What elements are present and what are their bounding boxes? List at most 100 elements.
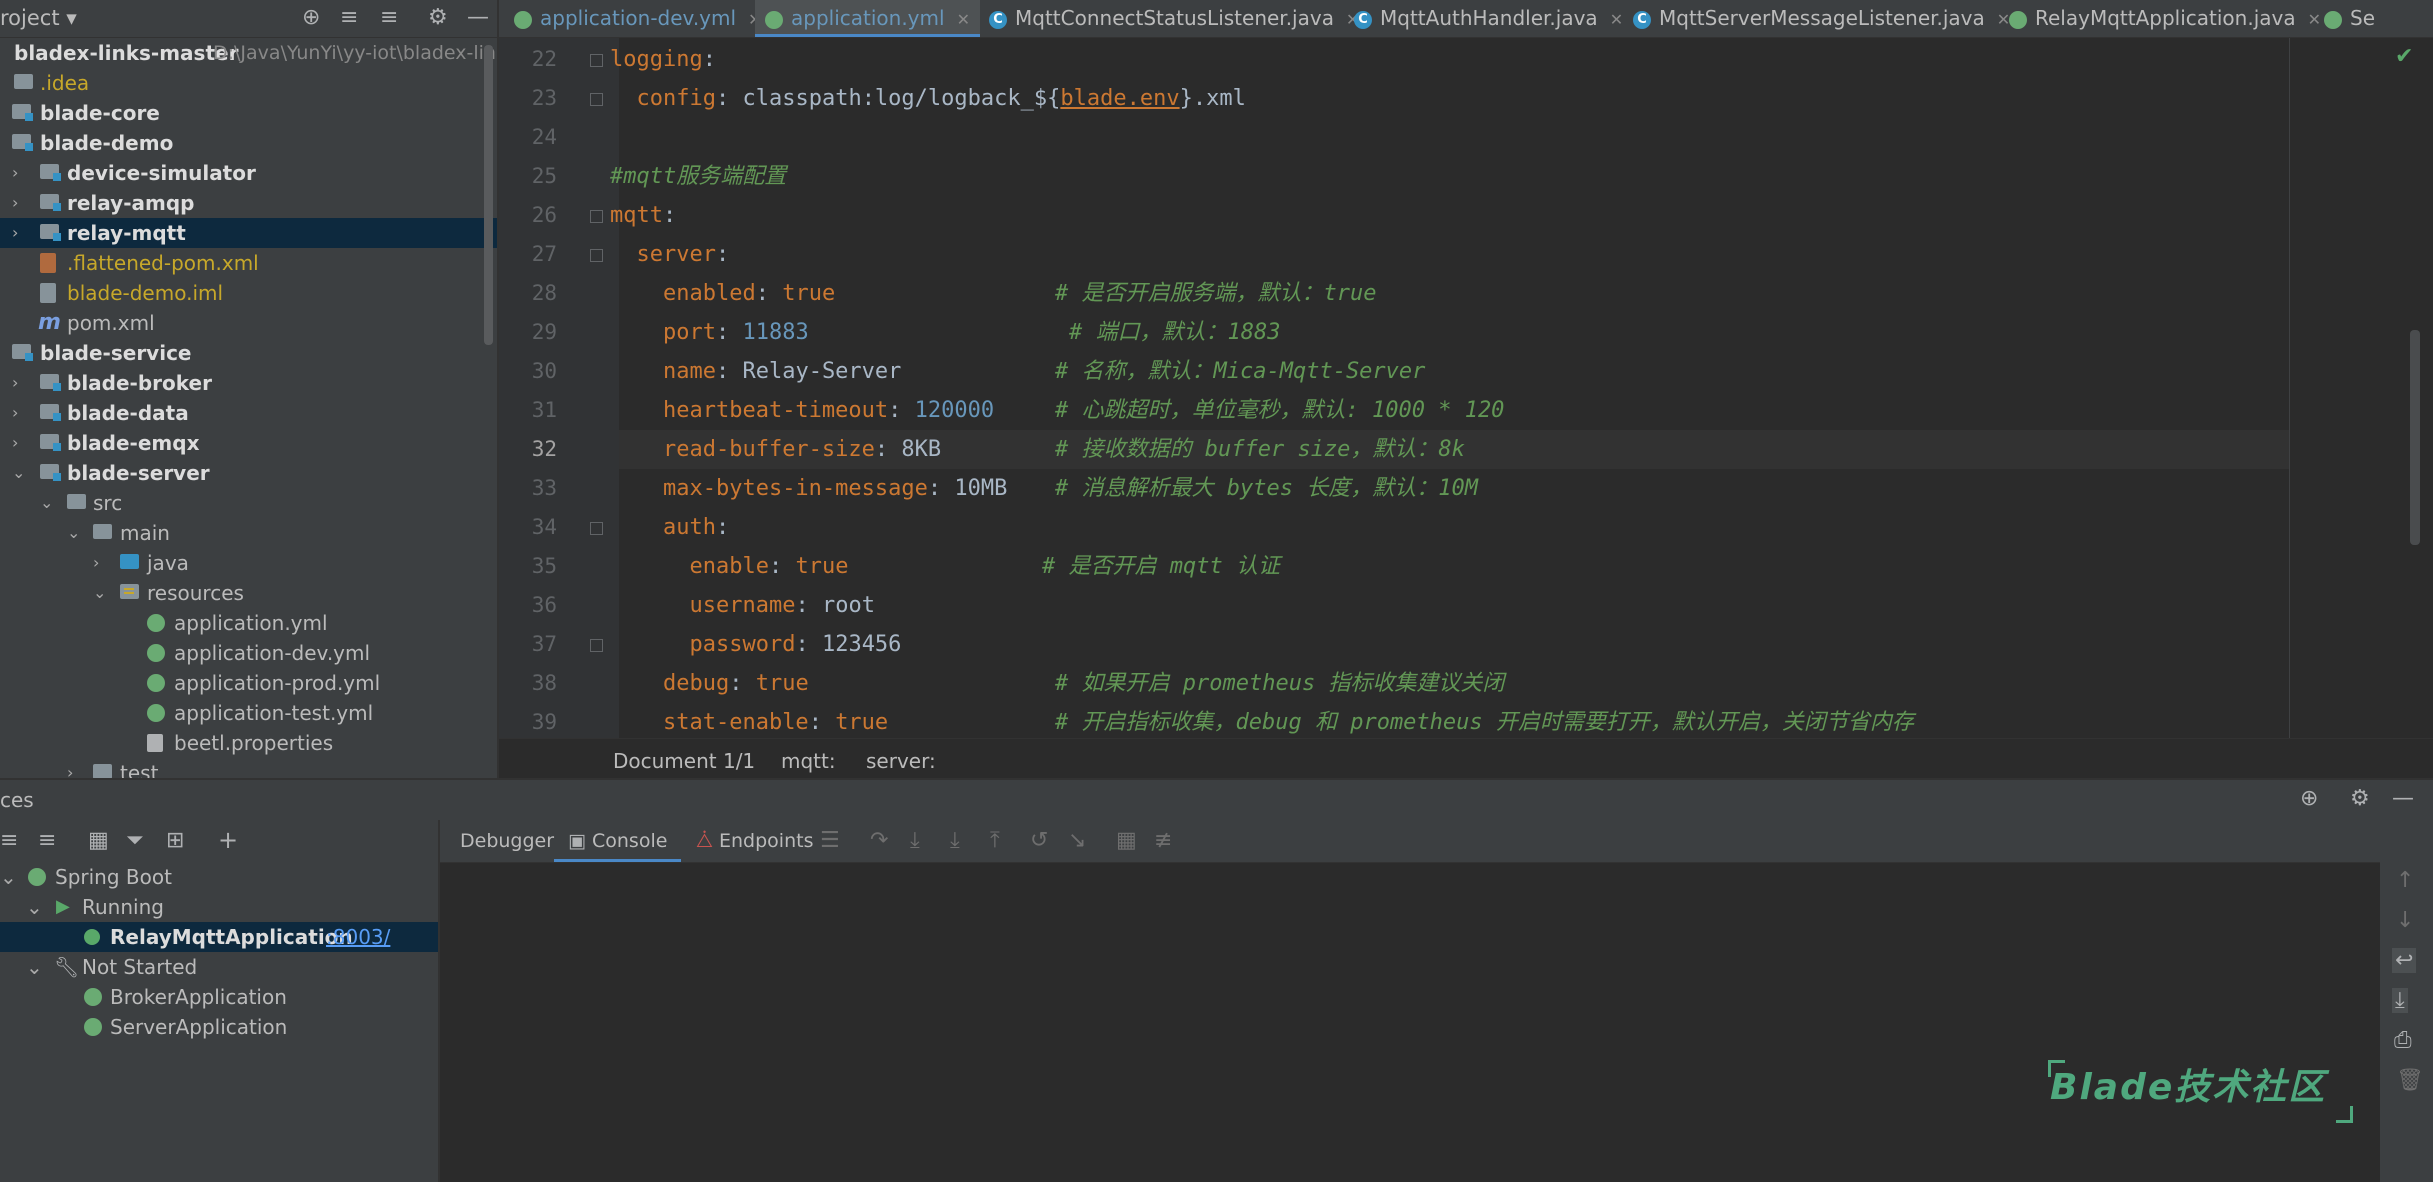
- chevron-right-icon[interactable]: ›: [12, 368, 18, 398]
- breadcrumb-item[interactable]: mqtt:: [781, 739, 836, 783]
- chevron-down-icon[interactable]: ⌄: [67, 518, 80, 548]
- tree-item-test[interactable]: › test: [0, 758, 497, 778]
- chevron-right-icon[interactable]: ›: [12, 158, 18, 188]
- fold-marker-icon[interactable]: [590, 93, 603, 106]
- gear-icon[interactable]: ⚙: [428, 5, 448, 30]
- tree-item-relay-amqp[interactable]: › relay-amqp: [0, 188, 497, 218]
- chevron-right-icon[interactable]: ›: [12, 218, 18, 248]
- group-by-icon[interactable]: ▦: [88, 828, 109, 853]
- hide-panel-icon[interactable]: —: [2392, 786, 2414, 811]
- tree-item-device-simulator[interactable]: › device-simulator: [0, 158, 497, 188]
- list-icon[interactable]: ☰: [820, 828, 840, 853]
- chevron-down-icon[interactable]: ⌄: [40, 488, 53, 518]
- service-port-link[interactable]: :8003/: [326, 922, 390, 952]
- fold-marker-icon[interactable]: [590, 639, 603, 652]
- chevron-down-icon[interactable]: ⌄: [12, 458, 25, 488]
- trash-icon[interactable]: 🗑︎: [2396, 1068, 2424, 1093]
- evaluate-icon[interactable]: ▦: [1116, 828, 1137, 853]
- tab-mqtt-server-message-listener[interactable]: C MqttServerMessageListener.java ✕: [1633, 0, 2010, 37]
- tab-mqtt-auth-handler[interactable]: C MqttAuthHandler.java ✕: [1354, 0, 1623, 37]
- tree-item-application-yml[interactable]: application.yml: [0, 608, 497, 638]
- service-group-running[interactable]: ⌄ ▶ Running: [0, 892, 438, 922]
- breadcrumb-document[interactable]: Document 1/1: [613, 739, 755, 783]
- service-item-relay-mqtt-application[interactable]: RelayMqttApplication :8003/: [0, 922, 438, 952]
- trace-icon[interactable]: ≢: [1154, 828, 1172, 853]
- tab-mqtt-connect-status-listener[interactable]: C MqttConnectStatusListener.java ✕: [989, 0, 1359, 37]
- tree-item-pom-xml[interactable]: m pom.xml: [0, 308, 497, 338]
- tab-relay-mqtt-application[interactable]: RelayMqttApplication.java ✕: [2009, 0, 2321, 37]
- tree-item-blade-service[interactable]: blade-service: [0, 338, 497, 368]
- tab-debugger[interactable]: Debugger: [460, 820, 554, 862]
- close-icon[interactable]: ✕: [1610, 10, 1623, 29]
- fold-marker-icon[interactable]: [590, 249, 603, 262]
- breadcrumb-item[interactable]: server:: [866, 739, 936, 783]
- service-group-spring-boot[interactable]: ⌄ Spring Boot: [0, 862, 172, 892]
- project-view-selector[interactable]: roject ▾: [0, 6, 77, 30]
- chevron-down-icon[interactable]: ⌄: [26, 952, 43, 982]
- service-item-server-application[interactable]: ServerApplication: [0, 1012, 438, 1042]
- chevron-right-icon[interactable]: ›: [12, 398, 18, 428]
- soft-wrap-icon[interactable]: ↩: [2392, 948, 2417, 973]
- expand-all-icon[interactable]: ≡: [0, 828, 18, 853]
- print-icon[interactable]: ⎙: [2394, 1028, 2412, 1053]
- tab-console[interactable]: ▣ Console: [554, 820, 682, 862]
- filter-icon[interactable]: ⏷: [126, 828, 144, 853]
- chevron-right-icon[interactable]: ›: [12, 188, 18, 218]
- tab-application-yml[interactable]: application.yml ✕: [755, 0, 980, 37]
- tree-item-blade-demo[interactable]: blade-demo: [0, 128, 497, 158]
- tree-item-resources[interactable]: ⌄ resources: [0, 578, 497, 608]
- chevron-down-icon[interactable]: ⌄: [93, 578, 106, 608]
- chevron-right-icon[interactable]: ›: [67, 758, 73, 778]
- tree-item-main[interactable]: ⌄ main: [0, 518, 497, 548]
- tree-item-blade-data[interactable]: › blade-data: [0, 398, 497, 428]
- chevron-right-icon[interactable]: ›: [93, 548, 99, 578]
- locate-icon[interactable]: ⊕: [2300, 786, 2318, 811]
- arrow-down-icon[interactable]: ↓: [2396, 908, 2414, 933]
- tree-item-src[interactable]: ⌄ src: [0, 488, 497, 518]
- tree-item-blade-demo-iml[interactable]: blade-demo.iml: [0, 278, 497, 308]
- yaml-placeholder-ref[interactable]: blade.env: [1060, 86, 1179, 111]
- add-service-icon[interactable]: +: [218, 826, 238, 854]
- tree-item-application-test-yml[interactable]: application-test.yml: [0, 698, 497, 728]
- force-step-into-icon[interactable]: ⤓: [950, 828, 960, 853]
- tree-item-root[interactable]: bladex-links-master D:\Java\YunYi\yy-iot…: [0, 38, 497, 68]
- service-group-not-started[interactable]: ⌄ 🔧︎ Not Started: [0, 952, 438, 982]
- tab-endpoints[interactable]: ⧊ Endpoints: [696, 820, 813, 862]
- collapse-all-icon[interactable]: ≡: [380, 5, 398, 30]
- inspection-ok-icon[interactable]: ✔: [2395, 44, 2413, 69]
- fold-marker-icon[interactable]: [590, 522, 603, 535]
- collapse-all-icon[interactable]: ≡: [38, 828, 56, 853]
- editor-scrollbar[interactable]: [2410, 330, 2420, 545]
- tree-item-beetl-properties[interactable]: beetl.properties: [0, 728, 497, 758]
- service-item-broker-application[interactable]: BrokerApplication: [0, 982, 438, 1012]
- tree-item-relay-mqtt[interactable]: › relay-mqtt: [0, 218, 497, 248]
- tree-item-blade-server[interactable]: ⌄ blade-server: [0, 458, 497, 488]
- chevron-right-icon[interactable]: ›: [12, 428, 18, 458]
- step-over-icon[interactable]: ↷: [870, 828, 888, 853]
- tree-item-idea[interactable]: .idea: [0, 68, 497, 98]
- new-tab-icon[interactable]: ⊞: [166, 828, 184, 853]
- tree-item-java[interactable]: › java: [0, 548, 497, 578]
- step-into-icon[interactable]: ⤓: [910, 828, 920, 853]
- close-icon[interactable]: ✕: [2308, 10, 2321, 29]
- expand-all-icon[interactable]: ≡: [340, 5, 358, 30]
- gear-icon[interactable]: ⚙: [2350, 786, 2370, 811]
- fold-marker-icon[interactable]: [590, 54, 603, 67]
- run-to-cursor-icon[interactable]: ↘: [1068, 828, 1086, 853]
- drop-frame-icon[interactable]: ↺: [1030, 828, 1048, 853]
- tree-item-blade-emqx[interactable]: › blade-emqx: [0, 428, 497, 458]
- hide-panel-icon[interactable]: —: [467, 5, 489, 30]
- close-icon[interactable]: ✕: [957, 10, 970, 29]
- locate-icon[interactable]: ⊕: [302, 5, 320, 30]
- console-output[interactable]: [440, 863, 2380, 1182]
- project-scrollbar[interactable]: [484, 45, 493, 345]
- tree-item-flattened-pom[interactable]: .flattened-pom.xml: [0, 248, 497, 278]
- chevron-down-icon[interactable]: ⌄: [26, 892, 43, 922]
- tree-item-application-dev-yml[interactable]: application-dev.yml: [0, 638, 497, 668]
- tab-overflow[interactable]: Se: [2324, 0, 2375, 37]
- tab-application-dev-yml[interactable]: application-dev.yml✕: [514, 0, 761, 37]
- fold-marker-icon[interactable]: [590, 210, 603, 223]
- scroll-to-end-icon[interactable]: ⤓: [2392, 988, 2408, 1013]
- step-out-icon[interactable]: ⤒: [990, 828, 1000, 853]
- chevron-down-icon[interactable]: ⌄: [0, 865, 17, 889]
